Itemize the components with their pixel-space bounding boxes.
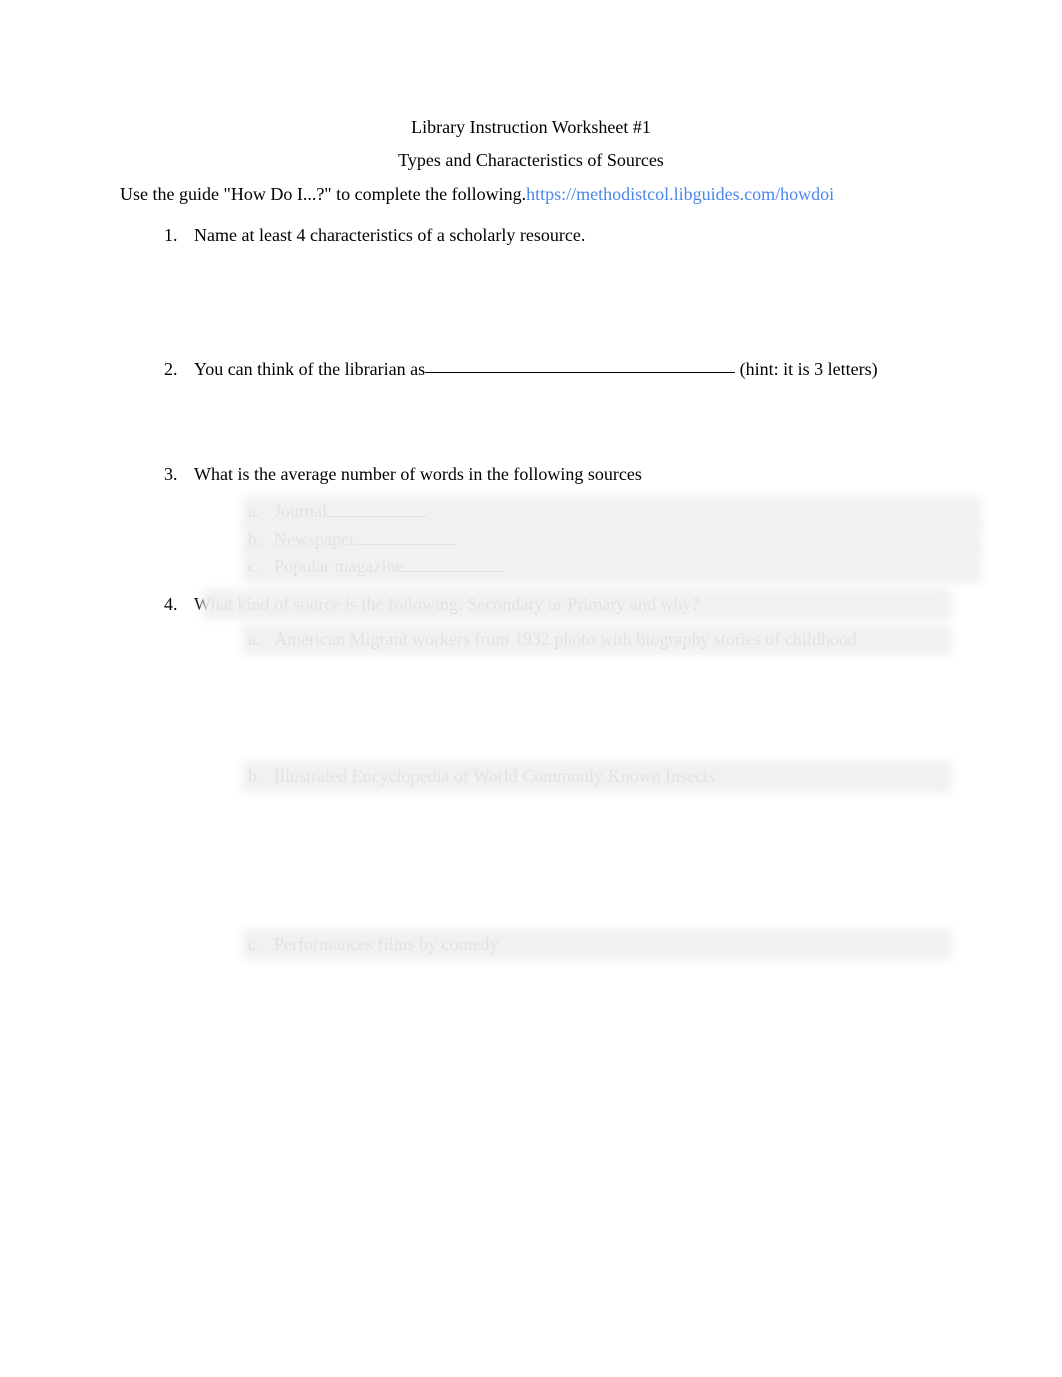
blur-overlay bbox=[242, 551, 982, 582]
intro-prefix: Use the guide "How Do I...?" to complete… bbox=[120, 183, 526, 206]
worksheet-title-1: Library Instruction Worksheet #1 bbox=[120, 116, 942, 139]
question-3-sublist: a. Journal b. Newspaper c. Popular magaz… bbox=[248, 500, 942, 578]
q4-sub-b: b. Illustrated Encyclopedia of World Com… bbox=[248, 765, 942, 788]
question-3-text: What is the average number of words in t… bbox=[194, 463, 942, 486]
question-4: 4. What kind of source is the following:… bbox=[164, 593, 942, 616]
question-1: 1. Name at least 4 characteristics of a … bbox=[164, 224, 942, 247]
blur-overlay bbox=[242, 929, 952, 960]
question-4-sublist: a. American Migrant workers from 1932 ph… bbox=[248, 628, 942, 956]
q3-sub-b: b. Newspaper bbox=[248, 528, 942, 551]
question-2-number: 2. bbox=[164, 358, 194, 381]
blur-overlay bbox=[242, 761, 952, 792]
intro-line: Use the guide "How Do I...?" to complete… bbox=[120, 183, 942, 206]
question-2-suffix: (hint: it is 3 letters) bbox=[735, 359, 877, 379]
question-2-prefix: You can think of the librarian as bbox=[194, 359, 425, 379]
question-4-wrapper: 4. What kind of source is the following:… bbox=[164, 593, 942, 957]
question-list: 1. Name at least 4 characteristics of a … bbox=[164, 224, 942, 956]
question-2: 2. You can think of the librarian as (hi… bbox=[164, 358, 942, 381]
question-1-text: Name at least 4 characteristics of a sch… bbox=[194, 224, 942, 247]
q4-sub-a: a. American Migrant workers from 1932 ph… bbox=[248, 628, 942, 651]
fill-blank-line bbox=[425, 372, 735, 373]
q3-sub-a: a. Journal bbox=[248, 500, 942, 523]
question-2-text: You can think of the librarian as (hint:… bbox=[194, 358, 942, 381]
question-4-number: 4. bbox=[164, 593, 194, 616]
question-3: 3. What is the average number of words i… bbox=[164, 463, 942, 486]
howdoi-link[interactable]: https://methodistcol.libguides.com/howdo… bbox=[526, 183, 834, 206]
q3-sub-c: c. Popular magazine bbox=[248, 555, 942, 578]
worksheet-title-2: Types and Characteristics of Sources bbox=[120, 149, 942, 172]
blur-overlay bbox=[242, 624, 952, 655]
question-3-number: 3. bbox=[164, 463, 194, 486]
q4-sub-c: c. Performances films by comedy bbox=[248, 933, 942, 956]
blur-overlay bbox=[202, 589, 952, 620]
question-1-number: 1. bbox=[164, 224, 194, 247]
